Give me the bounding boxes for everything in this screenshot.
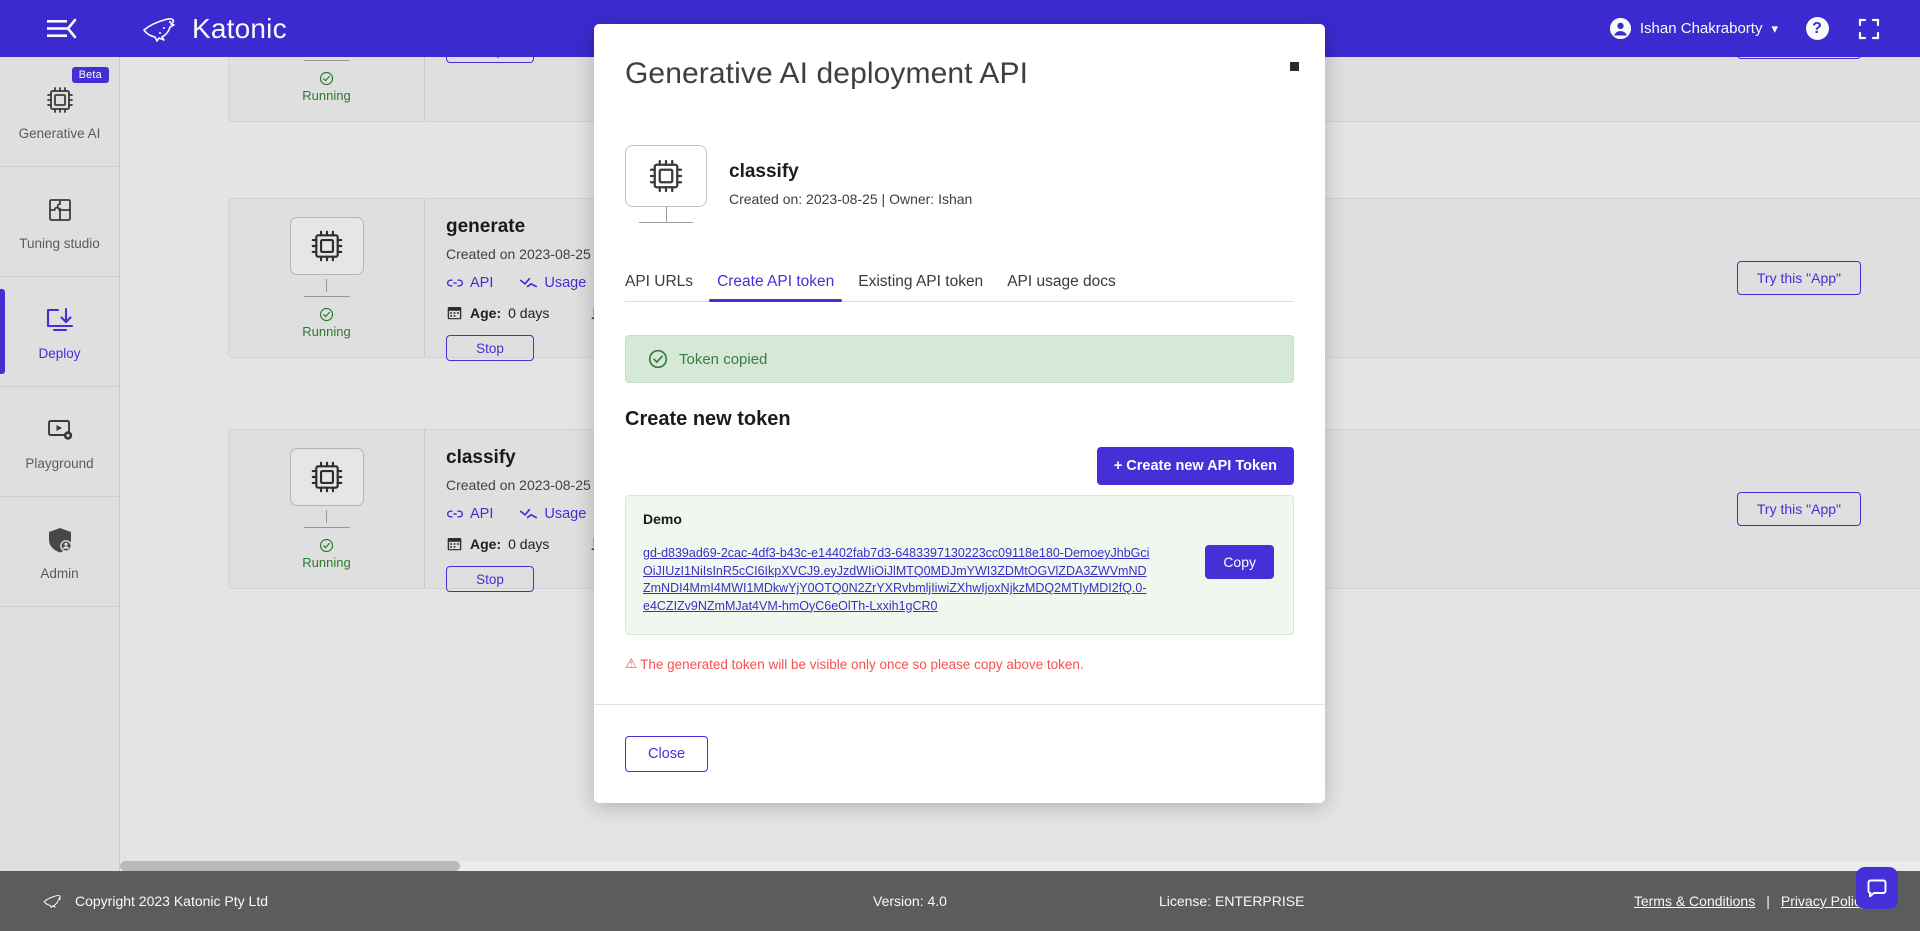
monitor-stand	[665, 207, 667, 222]
modal-content: classify Created on: 2023-08-25 | Owner:…	[594, 91, 1325, 704]
section-title: Create new token	[625, 408, 791, 430]
close-button[interactable]: Close	[625, 736, 709, 772]
close-icon[interactable]	[1290, 62, 1299, 71]
ai-chip-icon	[625, 145, 707, 207]
token-warning: ⚠ The generated token will be visible on…	[625, 656, 1294, 672]
token-copied-alert: Token copied	[625, 335, 1294, 383]
tab-create-api-token[interactable]: Create API token	[705, 273, 846, 302]
chat-bubble-icon[interactable]	[1856, 867, 1898, 909]
modal-footer: Close	[594, 704, 1325, 803]
tab-api-urls[interactable]: API URLs	[625, 273, 705, 301]
modal-tabs: API URLs Create API token Existing API t…	[625, 273, 1294, 302]
app-icon-wrap	[625, 145, 707, 223]
app-name: classify	[729, 161, 799, 182]
api-modal: Generative AI deployment API classify Cr…	[594, 24, 1325, 803]
check-circle-icon	[648, 349, 668, 369]
token-label: Demo	[643, 511, 682, 527]
create-new-api-token-button[interactable]: + Create new API Token	[1096, 447, 1294, 485]
token-card: Demo gd-d839ad69-2cac-4df3-b43c-e14402fa…	[625, 495, 1294, 635]
warning-text: The generated token will be visible only…	[640, 656, 1084, 672]
tab-api-usage-docs[interactable]: API usage docs	[995, 273, 1128, 301]
app-meta: Created on: 2023-08-25 | Owner: Ishan	[729, 191, 973, 207]
app-summary: classify Created on: 2023-08-25 | Owner:…	[625, 145, 1294, 223]
modal-title: Generative AI deployment API	[625, 57, 1029, 90]
app-summary-text: classify Created on: 2023-08-25 | Owner:…	[729, 161, 972, 207]
warning-icon: ⚠	[625, 656, 638, 671]
token-value[interactable]: gd-d839ad69-2cac-4df3-b43c-e14402fab7d3-…	[643, 545, 1151, 615]
tab-existing-api-token[interactable]: Existing API token	[846, 273, 995, 301]
alert-text: Token copied	[679, 350, 768, 368]
copy-token-button[interactable]: Copy	[1205, 545, 1274, 579]
monitor-base	[639, 222, 693, 223]
